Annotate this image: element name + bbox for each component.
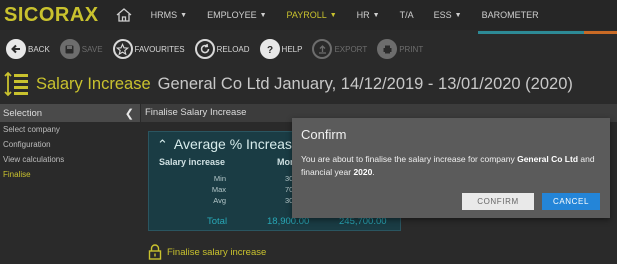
selection-panel-header: Selection ❮: [0, 104, 140, 122]
confirm-button[interactable]: CONFIRM: [462, 193, 534, 210]
export-icon: [312, 39, 333, 59]
home-icon[interactable]: [115, 7, 133, 23]
top-navbar: SICORAX HRMS ▼ EMPLOYEE ▼ PAYROLL ▼ HR ▼ T/A…: [0, 0, 617, 30]
total-label: Total: [207, 216, 228, 227]
nav-item-ess[interactable]: ESS ▼: [434, 10, 462, 20]
nav-item-employee[interactable]: EMPLOYEE ▼: [207, 10, 266, 20]
row-label-avg: Avg: [213, 196, 226, 205]
chevron-left-icon[interactable]: ❮: [125, 107, 134, 120]
back-arrow-icon: [6, 39, 26, 59]
sidebar-item-configuration[interactable]: Configuration: [0, 137, 140, 152]
row-label-min: Min: [213, 174, 226, 183]
lock-icon: [148, 244, 162, 260]
card-title[interactable]: ⌃ Average % Increase: [157, 136, 300, 153]
selection-panel: Selection ❮ Select company Configuration…: [0, 104, 140, 264]
page-title: Salary Increase: [36, 74, 151, 93]
main-menu: HRMS ▼ EMPLOYEE ▼ PAYROLL ▼ HR ▼ T/A ESS ▼ BA…: [151, 10, 559, 20]
back-button[interactable]: BACK: [6, 39, 50, 59]
toolbar: BACK SAVE FAVOURITES RELOAD ? HELP EXPOR…: [0, 34, 617, 64]
save-button[interactable]: SAVE: [59, 39, 103, 59]
page-title-row: Salary Increase General Co Ltd January, …: [0, 66, 617, 102]
dialog-title: Confirm: [301, 127, 347, 142]
export-button[interactable]: EXPORT: [312, 39, 367, 59]
nav-item-payroll[interactable]: PAYROLL ▼: [287, 10, 337, 20]
help-button[interactable]: ? HELP: [259, 39, 302, 59]
print-button[interactable]: PRINT: [377, 39, 423, 59]
caret-down-icon: ▼: [372, 11, 380, 19]
caret-down-icon: ▼: [329, 11, 337, 19]
favourites-button[interactable]: FAVOURITES: [112, 39, 185, 59]
reload-button[interactable]: RELOAD: [194, 39, 250, 59]
star-icon: [112, 39, 133, 59]
help-icon: ?: [259, 39, 280, 59]
page-subtitle: General Co Ltd January, 14/12/2019 - 13/…: [157, 74, 573, 93]
dialog-message: You are about to finalise the salary inc…: [301, 154, 595, 177]
caret-down-icon: ▼: [259, 11, 267, 19]
nav-item-hr[interactable]: HR ▼: [357, 10, 380, 20]
row-label-max: Max: [211, 185, 226, 194]
sidebar-item-select-company[interactable]: Select company: [0, 122, 140, 137]
caret-down-icon: ▼: [454, 11, 462, 19]
print-icon: [377, 39, 398, 59]
finalise-salary-increase-link[interactable]: Finalise salary increase: [148, 244, 266, 260]
caret-down-icon: ▼: [180, 11, 188, 19]
dialog-year: 2020: [353, 167, 373, 177]
dialog-company-name: General Co Ltd: [517, 154, 579, 164]
save-icon: [59, 39, 80, 59]
app-logo[interactable]: SICORAX: [4, 4, 99, 27]
sidebar-item-view-calculations[interactable]: View calculations: [0, 152, 140, 167]
svg-text:?: ?: [266, 45, 272, 55]
chevron-up-icon: ⌃: [157, 137, 168, 152]
cancel-button[interactable]: CANCEL: [542, 193, 600, 210]
confirm-dialog: Confirm You are about to finalise the sa…: [292, 118, 610, 218]
column-header-salary-increase: Salary increase: [159, 157, 226, 167]
nav-item-barometer[interactable]: BAROMETER: [482, 10, 539, 20]
sort-list-icon: [4, 70, 30, 98]
sidebar-item-finalise[interactable]: Finalise: [0, 167, 140, 182]
reload-icon: [194, 39, 215, 59]
nav-item-ta[interactable]: T/A: [400, 10, 414, 20]
nav-item-hrms[interactable]: HRMS ▼: [151, 10, 187, 20]
